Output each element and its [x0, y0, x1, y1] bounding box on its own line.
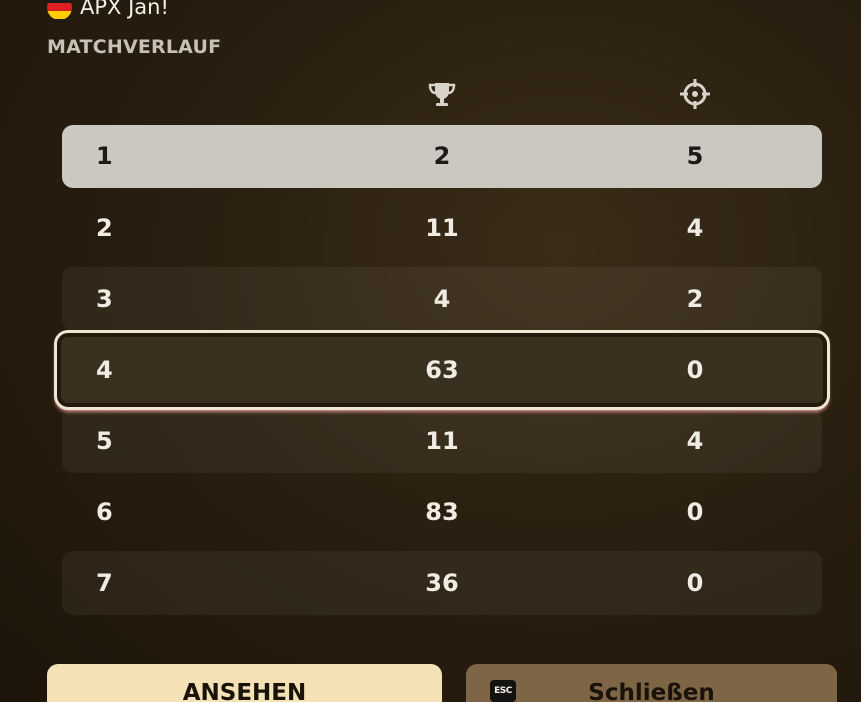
- placement-value: 63: [425, 356, 459, 384]
- player-name: APX Jan!: [80, 0, 169, 19]
- match-row-3[interactable]: 3 4 2: [62, 267, 822, 331]
- crosshair-icon: [680, 79, 710, 109]
- placement-value: 36: [425, 569, 459, 597]
- kills-value: 2: [686, 285, 704, 313]
- round-number: 6: [96, 498, 113, 526]
- view-button[interactable]: ANSEHEN: [47, 664, 442, 702]
- round-number: 1: [96, 142, 113, 170]
- kills-value: 0: [686, 498, 704, 526]
- close-button-label: Schließen: [588, 680, 715, 702]
- match-row-2[interactable]: 2 11 4: [62, 196, 822, 260]
- placement-value: 2: [433, 142, 451, 170]
- kills-value: 4: [686, 214, 704, 242]
- match-row-4-selected[interactable]: 4 63 0: [54, 330, 830, 410]
- match-row-6[interactable]: 6 83 0: [62, 480, 822, 544]
- round-number: 7: [96, 569, 113, 597]
- esc-key-icon: ESC: [490, 680, 516, 702]
- round-number: 2: [96, 214, 113, 242]
- germany-flag-icon: [47, 0, 72, 20]
- placement-value: 11: [425, 427, 459, 455]
- view-button-label: ANSEHEN: [182, 680, 307, 702]
- match-row-7[interactable]: 7 36 0: [62, 551, 822, 615]
- section-title: MATCHVERLAUF: [47, 36, 222, 58]
- placement-value: 83: [425, 498, 459, 526]
- player-header: APX Jan!: [47, 0, 169, 21]
- kills-value: 4: [686, 427, 704, 455]
- round-number: 5: [96, 427, 113, 455]
- trophy-icon: [428, 83, 456, 106]
- match-row-5[interactable]: 5 11 4: [62, 409, 822, 473]
- round-number: 4: [96, 356, 113, 384]
- close-button[interactable]: ESC Schließen: [466, 664, 837, 702]
- round-number: 3: [96, 285, 113, 313]
- kills-value: 5: [686, 142, 704, 170]
- kills-value: 0: [686, 569, 704, 597]
- kills-value: 0: [686, 356, 704, 384]
- placement-value: 4: [433, 285, 451, 313]
- placement-value: 11: [425, 214, 459, 242]
- match-row-1[interactable]: 1 2 5: [62, 125, 822, 188]
